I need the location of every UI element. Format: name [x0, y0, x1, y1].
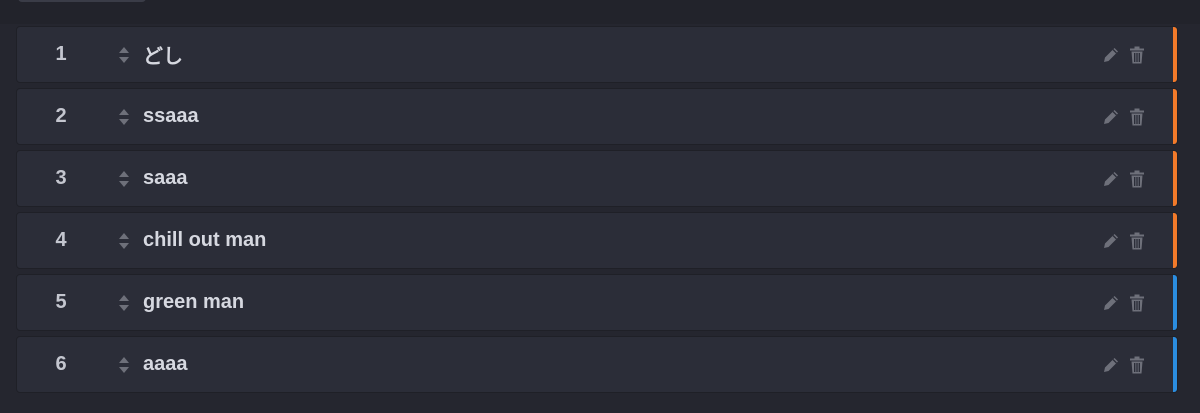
item-label: saaa — [143, 167, 188, 189]
trash-icon[interactable] — [1127, 169, 1147, 189]
pencil-icon[interactable] — [1101, 107, 1121, 127]
item-label: ssaaa — [143, 105, 199, 127]
item-number: 5 — [55, 291, 67, 313]
item-number: 2 — [55, 105, 67, 127]
item-actions — [1101, 355, 1147, 375]
status-accent — [1173, 27, 1177, 82]
item-label: aaaa — [143, 353, 188, 375]
trash-icon[interactable] — [1127, 45, 1147, 65]
item-actions — [1101, 107, 1147, 127]
status-accent — [1173, 151, 1177, 206]
item-label: green man — [143, 291, 245, 313]
top-tab[interactable] — [18, 0, 146, 2]
item-actions — [1101, 45, 1147, 65]
pencil-icon[interactable] — [1101, 293, 1121, 313]
item-list: 1 どし 2 ssaaa 3 saaa 4 chill out man 5 gr… — [16, 26, 1178, 398]
list-item[interactable]: 4 chill out man — [16, 212, 1178, 269]
trash-icon[interactable] — [1127, 231, 1147, 251]
list-item[interactable]: 2 ssaaa — [16, 88, 1178, 145]
trash-icon[interactable] — [1127, 355, 1147, 375]
pencil-icon[interactable] — [1101, 169, 1121, 189]
item-number: 3 — [55, 167, 67, 189]
item-label: どし — [143, 46, 183, 68]
sort-handle-icon[interactable] — [105, 356, 143, 374]
sort-handle-icon[interactable] — [105, 294, 143, 312]
item-number: 1 — [55, 43, 67, 65]
list-item[interactable]: 6 aaaa — [16, 336, 1178, 393]
status-accent — [1173, 337, 1177, 392]
status-accent — [1173, 89, 1177, 144]
list-item[interactable]: 1 どし — [16, 26, 1178, 83]
pencil-icon[interactable] — [1101, 231, 1121, 251]
trash-icon[interactable] — [1127, 107, 1147, 127]
sort-handle-icon[interactable] — [105, 232, 143, 250]
item-actions — [1101, 293, 1147, 313]
status-accent — [1173, 275, 1177, 330]
trash-icon[interactable] — [1127, 293, 1147, 313]
sort-handle-icon[interactable] — [105, 108, 143, 126]
list-item[interactable]: 3 saaa — [16, 150, 1178, 207]
list-item[interactable]: 5 green man — [16, 274, 1178, 331]
item-actions — [1101, 169, 1147, 189]
sort-handle-icon[interactable] — [105, 170, 143, 188]
item-actions — [1101, 231, 1147, 251]
item-number: 4 — [55, 229, 67, 251]
item-number: 6 — [55, 353, 67, 375]
status-accent — [1173, 213, 1177, 268]
sort-handle-icon[interactable] — [105, 46, 143, 64]
pencil-icon[interactable] — [1101, 45, 1121, 65]
item-label: chill out man — [143, 229, 267, 251]
pencil-icon[interactable] — [1101, 355, 1121, 375]
